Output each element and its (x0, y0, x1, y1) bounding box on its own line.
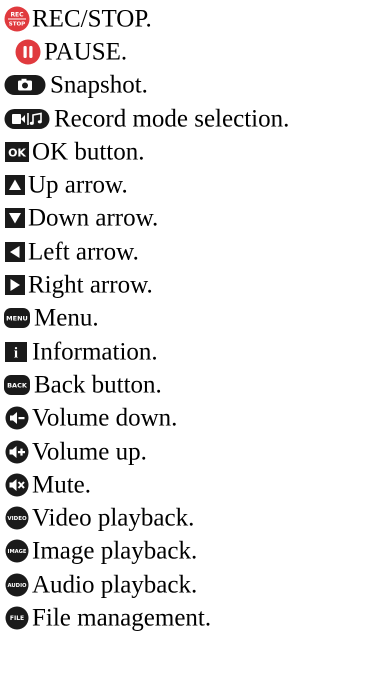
legend-row-rec-stop: REC STOP REC/STOP. (0, 2, 380, 35)
legend-row-back: BACK Back button. (0, 368, 380, 401)
volume-up-icon (5, 440, 29, 464)
legend-row-pause: PAUSE. (0, 35, 380, 68)
icon-legend: REC STOP REC/STOP. PAUSE. Snapshot. Reco… (0, 2, 380, 635)
image-icon-text: IMAGE (8, 549, 27, 555)
legend-row-file-management: FILE File management. (0, 601, 380, 634)
legend-row-image-playback: IMAGE Image playback. (0, 535, 380, 568)
back-icon-text: BACK (7, 381, 28, 389)
legend-label: Left arrow. (28, 238, 139, 266)
audio-icon-text: AUDIO (7, 583, 27, 589)
legend-row-information: i Information. (0, 335, 380, 368)
legend-label: Up arrow. (28, 171, 128, 199)
legend-row-snapshot: Snapshot. (0, 69, 380, 102)
info-icon: i (5, 341, 27, 362)
legend-label: Volume down. (32, 404, 178, 432)
legend-row-video-playback: VIDEO Video playback. (0, 501, 380, 534)
volume-down-icon (5, 406, 29, 430)
camera-icon (4, 74, 46, 96)
mute-icon (5, 473, 29, 497)
legend-row-ok: OK OK button. (0, 135, 380, 168)
audio-playback-icon: AUDIO (5, 573, 29, 597)
pause-icon (15, 39, 41, 65)
record-mode-icon (4, 108, 50, 130)
right-arrow-icon (5, 275, 25, 296)
menu-icon-text: MENU (6, 315, 28, 323)
image-playback-icon: IMAGE (5, 539, 29, 563)
legend-row-up-arrow: Up arrow. (0, 168, 380, 201)
video-playback-icon: VIDEO (5, 506, 29, 530)
file-icon-text: FILE (10, 615, 24, 622)
back-icon: BACK (4, 374, 30, 395)
legend-label: Audio playback. (32, 571, 198, 599)
file-management-icon: FILE (5, 606, 29, 630)
up-arrow-icon (5, 175, 25, 196)
legend-label: Back button. (34, 371, 162, 399)
legend-row-right-arrow: Right arrow. (0, 268, 380, 301)
legend-row-menu: MENU Menu. (0, 302, 380, 335)
legend-label: Record mode selection. (54, 105, 290, 133)
down-arrow-icon (5, 208, 25, 229)
legend-row-volume-up: Volume up. (0, 435, 380, 468)
left-arrow-icon (5, 241, 25, 262)
ok-icon-text: OK (8, 146, 26, 159)
legend-row-left-arrow: Left arrow. (0, 235, 380, 268)
legend-row-record-mode: Record mode selection. (0, 102, 380, 135)
legend-label: Right arrow. (28, 271, 153, 299)
video-icon-text: VIDEO (7, 516, 27, 522)
legend-label: Volume up. (32, 438, 147, 465)
info-icon-text: i (14, 345, 18, 361)
legend-label: REC/STOP. (32, 5, 152, 33)
legend-row-down-arrow: Down arrow. (0, 202, 380, 235)
legend-row-audio-playback: AUDIO Audio playback. (0, 568, 380, 601)
legend-label: Down arrow. (28, 204, 159, 232)
menu-icon: MENU (4, 308, 30, 329)
legend-label: Mute. (32, 471, 92, 499)
legend-row-volume-down: Volume down. (0, 402, 380, 435)
ok-icon: OK (5, 141, 29, 162)
legend-label: Information. (32, 338, 158, 366)
legend-label: Video playback. (32, 504, 195, 532)
legend-label: PAUSE. (44, 38, 128, 66)
legend-row-mute: Mute. (0, 468, 380, 501)
legend-label: File management. (32, 604, 212, 632)
legend-label: Snapshot. (50, 71, 148, 99)
legend-label: Image playback. (32, 537, 198, 565)
legend-label: OK button. (32, 138, 145, 166)
legend-label: Menu. (34, 304, 99, 332)
stop-icon-text: STOP (9, 21, 25, 27)
rec-icon-text: REC (10, 11, 24, 18)
rec-stop-icon: REC STOP (4, 6, 30, 32)
